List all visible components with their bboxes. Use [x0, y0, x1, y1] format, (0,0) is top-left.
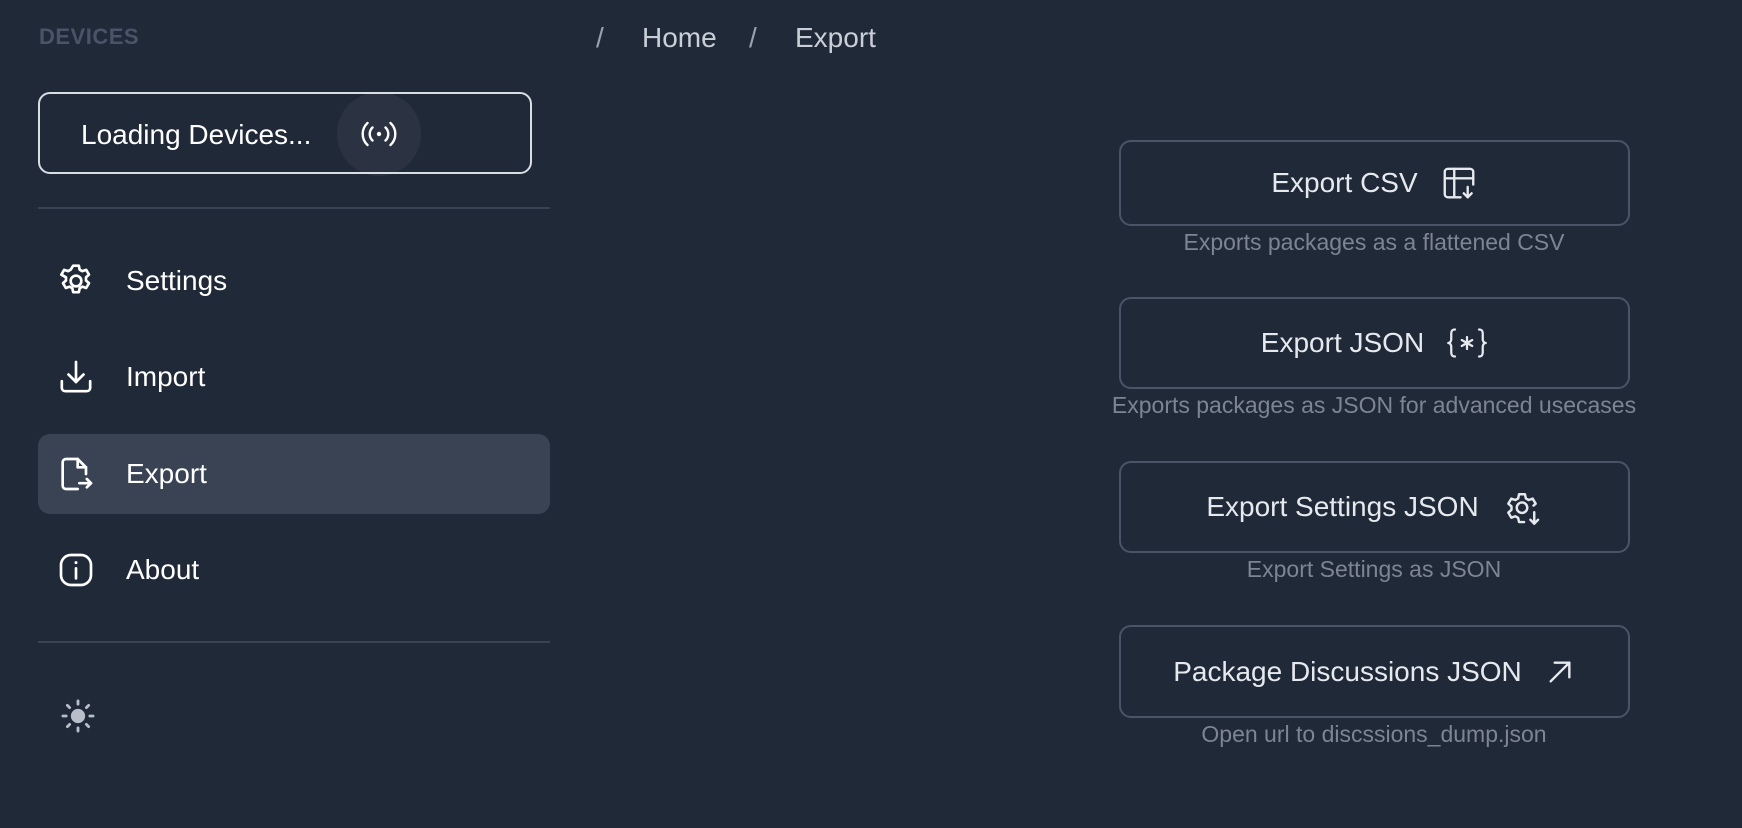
breadcrumb-export: Export: [795, 22, 876, 53]
sidebar-item-import[interactable]: Import: [38, 337, 550, 417]
breadcrumb-separator: /: [749, 22, 757, 53]
external-link-icon: [1549, 660, 1571, 683]
sun-icon[interactable]: [59, 697, 99, 737]
sidebar-item-about[interactable]: About: [38, 530, 550, 610]
sidebar-divider-top: [38, 207, 550, 209]
sidebar-item-label: Export: [126, 458, 207, 489]
export-settings-json-button[interactable]: Export Settings JSON: [1119, 461, 1630, 553]
sidebar-item-settings[interactable]: Settings: [38, 241, 550, 321]
export-csv-button[interactable]: Export CSV: [1119, 140, 1630, 226]
breadcrumb-separator: /: [596, 22, 604, 53]
breadcrumb-home[interactable]: Home: [642, 22, 717, 54]
table-download-icon: [1443, 167, 1475, 199]
info-icon: [56, 550, 96, 590]
sidebar-item-label: About: [126, 554, 200, 585]
sidebar: DEVICES Loading Devices... Settings Impo…: [0, 0, 550, 828]
loading-devices-label: Loading Devices...: [81, 119, 312, 150]
export-csv-label: Export CSV: [1271, 167, 1418, 198]
download-icon: [56, 357, 96, 397]
export-settings-json-description: Export Settings as JSON: [1246, 556, 1502, 582]
package-discussions-json-label: Package Discussions JSON: [1173, 655, 1522, 687]
json-braces-icon: [1447, 328, 1488, 358]
export-json-button[interactable]: Export JSON: [1119, 297, 1630, 389]
file-export-icon: [56, 454, 96, 494]
package-discussions-json-description: Open url to discssions_dump.json: [1201, 721, 1547, 747]
sidebar-divider-bottom: [38, 641, 550, 643]
sidebar-item-export[interactable]: Export: [38, 434, 550, 514]
loading-devices-button[interactable]: Loading Devices...: [38, 92, 532, 176]
gear-icon: [56, 261, 96, 301]
export-csv-description: Exports packages as a flattened CSV: [1183, 229, 1565, 255]
export-settings-json-label: Export Settings JSON: [1206, 491, 1479, 522]
package-discussions-json-button[interactable]: Package Discussions JSON: [1119, 625, 1630, 718]
export-json-label: Export JSON: [1260, 327, 1425, 358]
sidebar-item-label: Import: [126, 361, 206, 392]
broadcast-signal-icon: [337, 92, 421, 176]
gear-download-icon: [1506, 493, 1539, 525]
devices-section-title: DEVICES: [39, 24, 140, 49]
sidebar-item-label: Settings: [126, 265, 228, 296]
export-json-description: Exports packages as JSON for advanced us…: [1111, 392, 1637, 418]
